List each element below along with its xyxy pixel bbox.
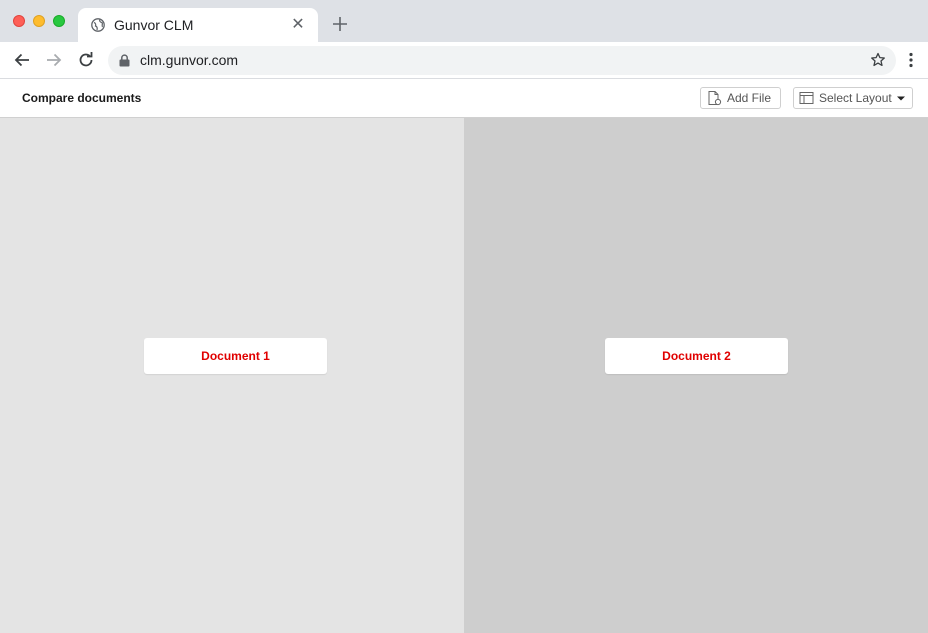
address-bar[interactable]: clm.gunvor.com [108, 46, 896, 75]
document-pane-left: Document 1 [0, 118, 464, 633]
caret-down-icon [896, 96, 905, 101]
forward-arrow-icon[interactable] [45, 51, 63, 69]
tab-title: Gunvor CLM [114, 17, 194, 33]
globe-icon [91, 18, 105, 32]
star-icon[interactable] [870, 52, 886, 68]
add-file-button[interactable]: Add File [700, 87, 781, 109]
document-pane-right: Document 2 [464, 118, 928, 633]
browser-toolbar: clm.gunvor.com [0, 42, 928, 79]
plus-icon[interactable] [330, 14, 350, 34]
close-icon[interactable]: ✕ [290, 17, 306, 33]
app-header: Compare documents Add File Select Layout [0, 79, 928, 118]
page-title: Compare documents [22, 91, 142, 105]
maximize-window-button[interactable] [53, 15, 65, 27]
document-1-slot[interactable]: Document 1 [144, 338, 327, 374]
back-arrow-icon[interactable] [13, 51, 31, 69]
url-text: clm.gunvor.com [140, 52, 239, 68]
close-window-button[interactable] [13, 15, 25, 27]
select-layout-label: Select Layout [819, 91, 892, 105]
minimize-window-button[interactable] [33, 15, 45, 27]
browser-tab[interactable]: Gunvor CLM ✕ [78, 8, 318, 42]
kebab-menu-icon[interactable] [905, 52, 917, 68]
layout-icon [799, 92, 814, 104]
reload-icon[interactable] [77, 51, 95, 69]
browser-tab-strip: Gunvor CLM ✕ [0, 0, 928, 42]
document-2-slot[interactable]: Document 2 [605, 338, 788, 374]
select-layout-dropdown[interactable]: Select Layout [793, 87, 913, 109]
add-file-label: Add File [727, 91, 772, 105]
file-add-icon [708, 91, 722, 106]
lock-icon [119, 54, 130, 67]
